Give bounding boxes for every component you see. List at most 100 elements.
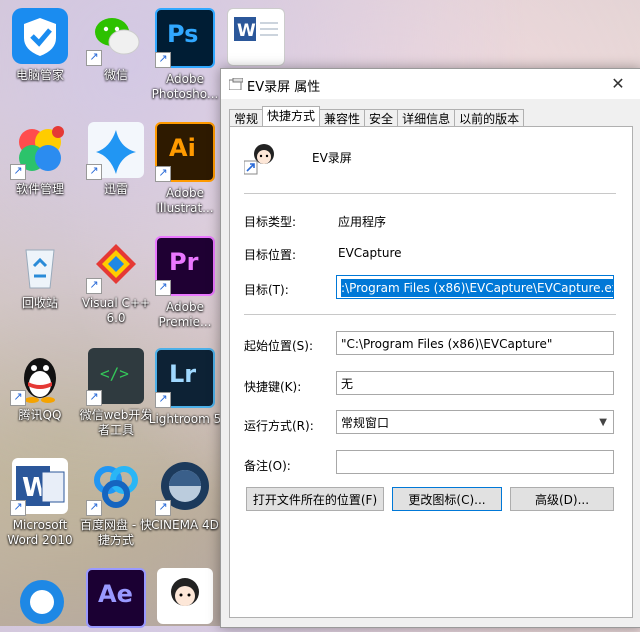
shortcut-arrow-icon: ↗ (10, 390, 26, 406)
xunlei-bird-icon: ↗ (86, 122, 144, 180)
target-label: 目标(T): (244, 283, 289, 297)
illustrator-icon: Ai ↗ (155, 122, 215, 182)
shield-icon (12, 8, 68, 64)
comment-label: 备注(O): (244, 459, 291, 473)
target-location-value: EVCapture (338, 246, 402, 260)
desktop-icon-label: Adobe Premie... (158, 300, 212, 329)
target-field-text: :\Program Files (x86)\EVCapture\EVCaptur… (341, 279, 613, 297)
chevron-down-icon: ▼ (599, 417, 607, 428)
app-name: EV录屏 (312, 151, 352, 165)
cinema4d-icon: ↗ (155, 458, 213, 516)
desktop-icon-premiere[interactable]: Pr ↗ Adobe Premie... (147, 236, 223, 330)
start-in-field[interactable]: "C:\Program Files (x86)\EVCapture" (336, 331, 614, 355)
desktop-icon-recycle-bin[interactable]: 回收站 (2, 236, 78, 311)
qq-penguin-icon: ↗ (10, 348, 68, 406)
target-type-label: 目标类型: (244, 215, 297, 229)
tab-shortcut[interactable]: 快捷方式 (262, 106, 321, 128)
tab-strip: 常规 快捷方式 兼容性 安全 详细信息 以前的版本 (229, 106, 525, 128)
target-field[interactable]: :\Program Files (x86)\EVCapture\EVCaptur… (336, 275, 614, 299)
desktop-icon-software-manager[interactable]: ↗ 软件管理 (2, 122, 78, 197)
premiere-icon: Pr ↗ (155, 236, 215, 296)
desktop-icon-pc-manager[interactable]: 电脑管家 (2, 8, 78, 83)
desktop-icon-ev-capture[interactable] (147, 568, 223, 628)
lr-glyph: Lr (169, 360, 197, 388)
run-select[interactable]: 常规窗口 ▼ (336, 410, 614, 434)
desktop-icon-label: Visual C++ 6.0 (81, 296, 151, 325)
desktop-icon-word-2010[interactable]: W ↗ Microsoft Word 2010 (2, 458, 78, 548)
shortcut-key-label: 快捷键(K): (244, 380, 302, 394)
desktop-icon-lightroom[interactable]: Lr ↗ Lightroom 5 (147, 348, 223, 427)
shortcut-arrow-icon: ↗ (86, 278, 102, 294)
desktop-icon-label: 迅雷 (103, 182, 128, 196)
code-terminal-icon: </> ↗ (86, 348, 144, 406)
target-type-value: 应用程序 (338, 215, 387, 229)
desktop-icon-label: Adobe Illustrat... (156, 186, 214, 215)
shortcut-arrow-icon: ↗ (155, 500, 171, 516)
close-button[interactable]: ✕ (595, 69, 640, 99)
software-manager-icon: ↗ (10, 122, 68, 180)
word-document-icon: W (227, 8, 285, 66)
desktop-icon-label: CINEMA 4D (151, 518, 219, 532)
desktop-icon-photoshop[interactable]: Ps ↗ Adobe Photosho... (147, 8, 223, 102)
desktop-icon-qq[interactable]: ↗ 腾讯QQ (2, 348, 78, 423)
shortcut-arrow-icon: ↗ (155, 392, 171, 408)
desktop-icon-label: 腾讯QQ (18, 408, 62, 422)
shortcut-tab-panel: EV录屏 目标类型: 应用程序 目标位置: EVCapture 目标(T): :… (229, 126, 633, 618)
desktop-icon-word-doc[interactable]: W (218, 8, 294, 70)
shortcut-arrow-icon: ↗ (155, 52, 171, 68)
baidu-netdisk-icon: ↗ (86, 458, 144, 516)
start-in-label: 起始位置(S): (244, 339, 314, 353)
after-effects-icon: Ae (86, 568, 146, 628)
shortcut-arrow-icon: ↗ (86, 500, 102, 516)
shortcut-arrow-icon: ↗ (155, 280, 171, 296)
desktop-icon-illustrator[interactable]: Ai ↗ Adobe Illustrat... (147, 122, 223, 216)
desktop-icon-label: 回收站 (21, 296, 58, 310)
shortcut-arrow-icon: ↗ (10, 164, 26, 180)
desktop-icon-wechat-devtools[interactable]: </> ↗ 微信web开发 者工具 (78, 348, 154, 438)
ev-capture-girl-icon (157, 568, 213, 624)
desktop-icon-label: Microsoft Word 2010 (7, 518, 73, 547)
desktop-icon-baidu-netdisk[interactable]: ↗ 百度网盘 - 快 捷方式 (78, 458, 154, 548)
wechat-icon: ↗ (86, 8, 144, 66)
ps-glyph: Ps (167, 20, 199, 48)
desktop-icon-label: 电脑管家 (15, 68, 64, 82)
window-title: EV录屏 属性 (247, 80, 321, 95)
divider (244, 314, 616, 315)
shortcut-properties-icon (229, 78, 243, 90)
properties-window: EV录屏 属性 ✕ 常规 快捷方式 兼容性 安全 详细信息 以前的版本 EV录屏 目标类型… (220, 68, 640, 628)
pr-glyph: Pr (169, 248, 199, 276)
change-icon-button[interactable]: 更改图标(C)... (392, 487, 502, 511)
comment-field[interactable] (336, 450, 614, 474)
desktop-icon-visual-cpp[interactable]: ↗ Visual C++ 6.0 (78, 236, 154, 326)
desktop-icon-xunlei[interactable]: ↗ 迅雷 (78, 122, 154, 197)
recycle-bin-icon (12, 236, 68, 292)
shortcut-key-field[interactable]: 无 (336, 371, 614, 395)
open-file-location-button[interactable]: 打开文件所在的位置(F) (246, 487, 384, 511)
shortcut-arrow-icon: ↗ (10, 500, 26, 516)
ae-glyph: Ae (98, 580, 133, 608)
desktop-icon-label: Adobe Photosho... (151, 72, 219, 101)
desktop-icon-bottom-1[interactable] (2, 568, 78, 628)
desktop-icon-label: 微信 (103, 68, 128, 82)
ai-glyph: Ai (169, 134, 196, 162)
shortcut-arrow-icon: ↗ (86, 164, 102, 180)
desktop-icon-wechat[interactable]: ↗ 微信 (78, 8, 154, 83)
run-select-value: 常规窗口 (341, 416, 390, 430)
shortcut-arrow-icon: ↗ (86, 390, 102, 406)
ev-capture-app-icon (244, 144, 274, 175)
desktop-icon-after-effects[interactable]: Ae (78, 568, 154, 632)
word-icon: W ↗ (10, 458, 68, 516)
divider (244, 193, 616, 194)
desktop-icon-label: 微信web开发 者工具 (79, 408, 153, 437)
visual-cpp-icon: ↗ (86, 236, 144, 294)
svg-text:W: W (237, 21, 256, 41)
lightroom-icon: Lr ↗ (155, 348, 215, 408)
advanced-button[interactable]: 高级(D)... (510, 487, 614, 511)
desktop-icon-cinema4d[interactable]: ↗ CINEMA 4D (147, 458, 223, 533)
code-glyph: </> (100, 364, 129, 383)
title-bar[interactable]: EV录屏 属性 ✕ (221, 69, 640, 99)
target-location-label: 目标位置: (244, 248, 297, 262)
run-label: 运行方式(R): (244, 419, 314, 433)
shortcut-arrow-icon: ↗ (155, 166, 171, 182)
desktop-icon-label: 百度网盘 - 快 捷方式 (80, 518, 152, 547)
